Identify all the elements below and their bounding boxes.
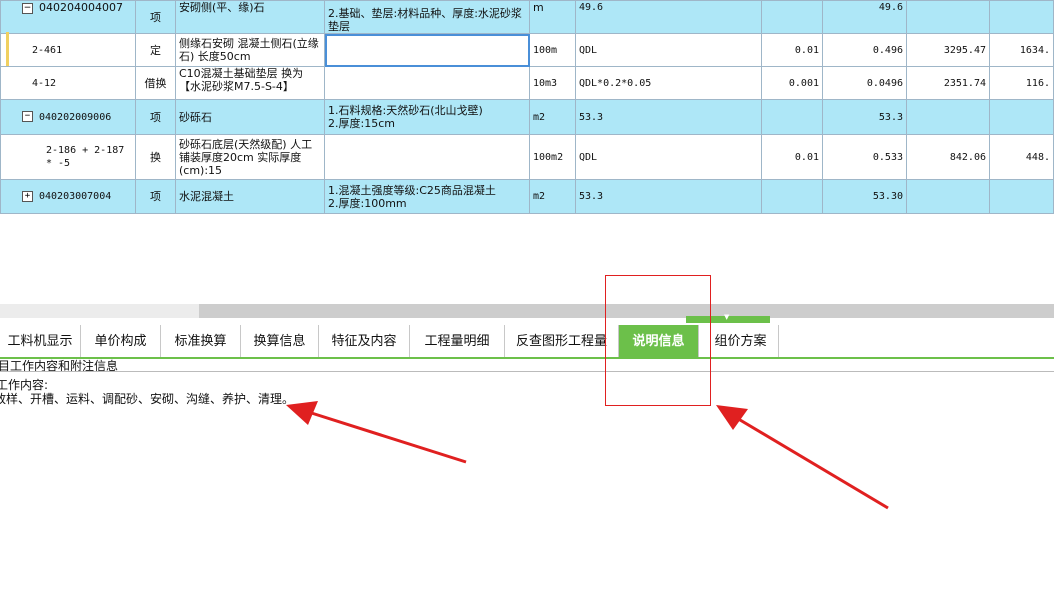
annotation-arrows [286,401,889,510]
annotation-arrow-right [716,405,889,510]
annotation-arrow-left [286,401,467,464]
